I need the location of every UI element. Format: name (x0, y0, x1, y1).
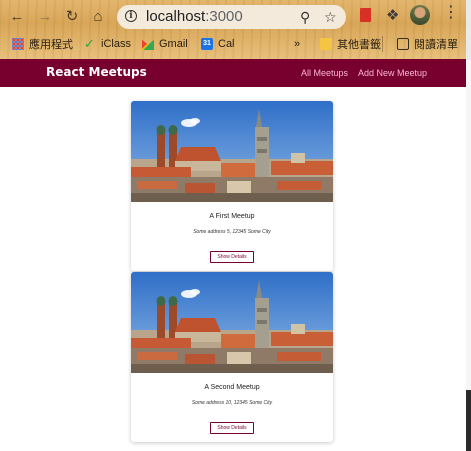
meetup-actions: Show Details (131, 235, 333, 271)
extension-icon[interactable] (360, 8, 371, 22)
forward-arrow-icon[interactable]: → (36, 7, 54, 25)
meetup-image (131, 101, 333, 202)
bookmark-other[interactable]: 其他書籤 (320, 37, 381, 51)
nav-all-meetups[interactable]: All Meetups (301, 68, 348, 78)
bookmark-label: Cal (218, 38, 235, 50)
meetup-title: A First Meetup (209, 213, 255, 220)
meetup-content: A First Meetup Some address 5, 12345 Som… (131, 202, 333, 235)
meetup-card: A Second Meetup Some address 10, 12345 S… (131, 272, 333, 442)
meetup-image (131, 272, 333, 373)
zoom-icon[interactable]: ⚲ (300, 9, 310, 26)
bookmark-reading-list[interactable]: 閱讀清單 (397, 37, 458, 51)
bookmark-cal[interactable]: 31 Cal (201, 37, 235, 51)
iclass-icon: ✓ (84, 36, 95, 51)
bookmark-label: 閱讀清單 (414, 39, 458, 51)
extensions-puzzle-icon[interactable]: ❖ (386, 6, 399, 24)
more-menu-icon[interactable]: ⋮ (443, 5, 459, 21)
bookmark-iclass[interactable]: ✓ iClass (84, 37, 131, 51)
meetup-title: A Second Meetup (204, 384, 260, 391)
meetup-content: A Second Meetup Some address 10, 12345 S… (131, 373, 333, 406)
bookmark-separator (382, 36, 383, 52)
nav-add-new-meetup[interactable]: Add New Meetup (358, 68, 427, 78)
address-bar[interactable]: i localhost:3000 ⚲ ☆ (117, 5, 346, 29)
bookmark-apps[interactable]: 應用程式 (12, 37, 73, 51)
bookmark-label: Gmail (159, 38, 188, 50)
bookmark-gmail[interactable]: Gmail (142, 37, 188, 51)
meetup-card: A First Meetup Some address 5, 12345 Som… (131, 101, 333, 271)
gmail-icon (142, 39, 154, 50)
reload-icon[interactable]: ↻ (63, 7, 81, 25)
window-edge (466, 0, 471, 451)
apps-grid-icon (12, 38, 24, 50)
app-header: React Meetups All Meetups Add New Meetup (0, 59, 466, 87)
bookmark-star-icon[interactable]: ☆ (324, 9, 337, 26)
calendar-icon: 31 (201, 38, 213, 50)
browser-chrome: ← → ↻ ⌂ i localhost:3000 ⚲ ☆ ❖ ⋮ 應用程式 ✓ … (0, 0, 466, 59)
bookmark-label: 其他書籤 (337, 39, 381, 51)
show-details-button[interactable]: Show Details (210, 422, 254, 434)
url-text[interactable]: localhost:3000 (146, 8, 243, 25)
back-arrow-icon[interactable]: ← (8, 7, 26, 25)
home-icon[interactable]: ⌂ (89, 7, 107, 25)
reading-list-icon (397, 38, 409, 50)
url-host: localhost (146, 8, 206, 25)
bookmark-label: 應用程式 (29, 39, 73, 51)
folder-icon (320, 38, 332, 50)
url-port: :3000 (205, 8, 243, 25)
meetup-actions: Show Details (131, 406, 333, 442)
bookmarks-overflow-button[interactable]: » (294, 37, 300, 51)
site-info-icon[interactable]: i (125, 10, 137, 22)
overflow-chevron: » (294, 38, 301, 50)
profile-avatar[interactable] (410, 5, 430, 25)
show-details-button[interactable]: Show Details (210, 251, 254, 263)
bookmark-label: iClass (101, 38, 131, 50)
app-logo: React Meetups (46, 65, 147, 79)
